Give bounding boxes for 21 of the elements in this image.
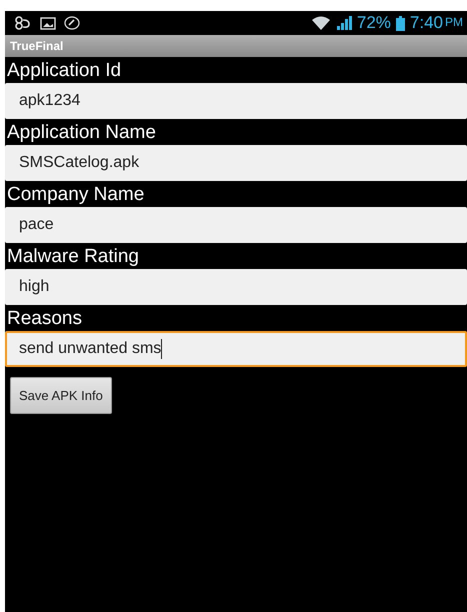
battery-percent: 72% [356, 13, 391, 33]
field-label: Application Id [7, 60, 122, 82]
signal-icon [336, 16, 352, 30]
text-field[interactable]: pace [5, 207, 467, 243]
clock-time: 7:40 [410, 13, 443, 33]
clock-meridiem: PM [445, 15, 463, 29]
notification-icon [14, 16, 32, 30]
wifi-icon [310, 16, 331, 30]
text-field[interactable]: SMSCatelog.apk [5, 145, 467, 181]
text-field[interactable]: high [5, 269, 467, 305]
image-icon [40, 16, 56, 30]
field-label: Reasons [7, 308, 82, 330]
text-cursor [161, 339, 162, 359]
text-field[interactable]: apk1234 [5, 83, 467, 119]
text-field[interactable]: send unwanted sms [5, 331, 467, 367]
battery-icon [396, 16, 405, 30]
field-label: Malware Rating [7, 246, 139, 268]
app-title: TrueFinal [10, 39, 64, 53]
field-label: Company Name [7, 184, 144, 206]
save-button[interactable]: Save APK Info [10, 377, 112, 414]
field-label: Application Name [7, 122, 156, 144]
